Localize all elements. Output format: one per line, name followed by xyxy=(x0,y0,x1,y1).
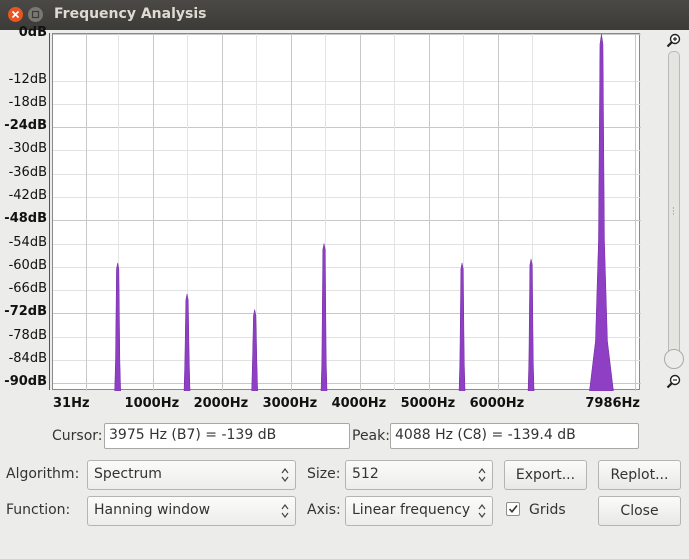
algorithm-value: Spectrum xyxy=(94,466,162,482)
spectrum-peak xyxy=(458,262,466,391)
checkmark-icon xyxy=(508,505,518,514)
grids-label: Grids xyxy=(529,502,566,518)
cursor-label: Cursor: xyxy=(52,428,103,444)
y-tick-label: -72dB xyxy=(4,304,47,320)
close-button[interactable]: Close xyxy=(598,496,681,526)
algorithm-select[interactable]: Spectrum xyxy=(87,460,296,490)
zoom-slider-knob[interactable] xyxy=(664,349,684,369)
axis-select[interactable]: Linear frequency xyxy=(345,496,493,526)
y-tick-label: -54dB xyxy=(8,234,47,250)
title-bar: Frequency Analysis xyxy=(0,0,689,30)
size-select[interactable]: 512 xyxy=(345,460,493,490)
y-tick-label: -84dB xyxy=(8,350,47,366)
x-tick-label: 3000Hz xyxy=(262,396,318,411)
algorithm-label: Algorithm: xyxy=(6,466,80,482)
function-label: Function: xyxy=(6,502,71,518)
x-tick-label: 1000Hz xyxy=(124,396,180,411)
zoom-out-icon[interactable] xyxy=(666,374,682,390)
select-arrows-icon xyxy=(478,504,486,518)
close-window-icon[interactable] xyxy=(8,7,23,22)
y-tick-label: -36dB xyxy=(8,164,47,180)
replot-button[interactable]: Replot... xyxy=(598,460,681,490)
y-tick-label: -66dB xyxy=(8,281,47,297)
scrollbar-grip-icon: · · · xyxy=(672,204,675,220)
select-arrows-icon xyxy=(281,468,289,482)
spectrum-plot[interactable] xyxy=(52,33,641,391)
y-tick-label: -24dB xyxy=(4,118,47,134)
peak-label: Peak: xyxy=(352,428,390,444)
axis-value: Linear frequency xyxy=(352,502,471,518)
export-button[interactable]: Export... xyxy=(504,460,587,490)
x-tick-label: 5000Hz xyxy=(400,396,456,411)
select-arrows-icon xyxy=(281,504,289,518)
y-tick-label: -42dB xyxy=(8,187,47,203)
y-tick-label: -48dB xyxy=(4,211,47,227)
cursor-field[interactable]: 3975 Hz (B7) = -139 dB xyxy=(104,423,350,449)
grids-checkbox[interactable] xyxy=(506,502,520,516)
y-tick-label: -30dB xyxy=(8,141,47,157)
x-tick-label: 2000Hz xyxy=(193,396,249,411)
spectrum-peak xyxy=(183,293,191,391)
function-select[interactable]: Hanning window xyxy=(87,496,296,526)
y-tick-label: -78dB xyxy=(8,327,47,343)
size-value: 512 xyxy=(352,466,379,482)
y-tick-label: -18dB xyxy=(8,94,47,110)
zoom-in-icon[interactable] xyxy=(666,33,682,49)
minimize-window-icon[interactable] xyxy=(28,7,43,22)
x-tick-label: 7986Hz xyxy=(585,396,640,411)
axis-label: Axis: xyxy=(307,502,341,518)
window-title: Frequency Analysis xyxy=(54,6,207,22)
spectrum-peak xyxy=(527,258,535,391)
y-tick-label: 0dB xyxy=(18,25,47,40)
function-value: Hanning window xyxy=(94,502,211,518)
y-tick-label: -60dB xyxy=(8,257,47,273)
spectrum-chart xyxy=(53,34,641,391)
x-tick-label: 6000Hz xyxy=(469,396,525,411)
size-label: Size: xyxy=(307,466,341,482)
select-arrows-icon xyxy=(478,468,486,482)
spectrum-peak xyxy=(320,243,328,391)
peak-field[interactable]: 4088 Hz (C8) = -139.4 dB xyxy=(390,423,639,449)
y-tick-label: -12dB xyxy=(8,71,47,87)
y-tick-label: -90dB xyxy=(4,374,47,390)
y-axis-line xyxy=(49,33,50,390)
x-tick-label: 4000Hz xyxy=(331,396,387,411)
spectrum-peak xyxy=(114,262,121,391)
x-tick-label: 31Hz xyxy=(53,396,90,411)
